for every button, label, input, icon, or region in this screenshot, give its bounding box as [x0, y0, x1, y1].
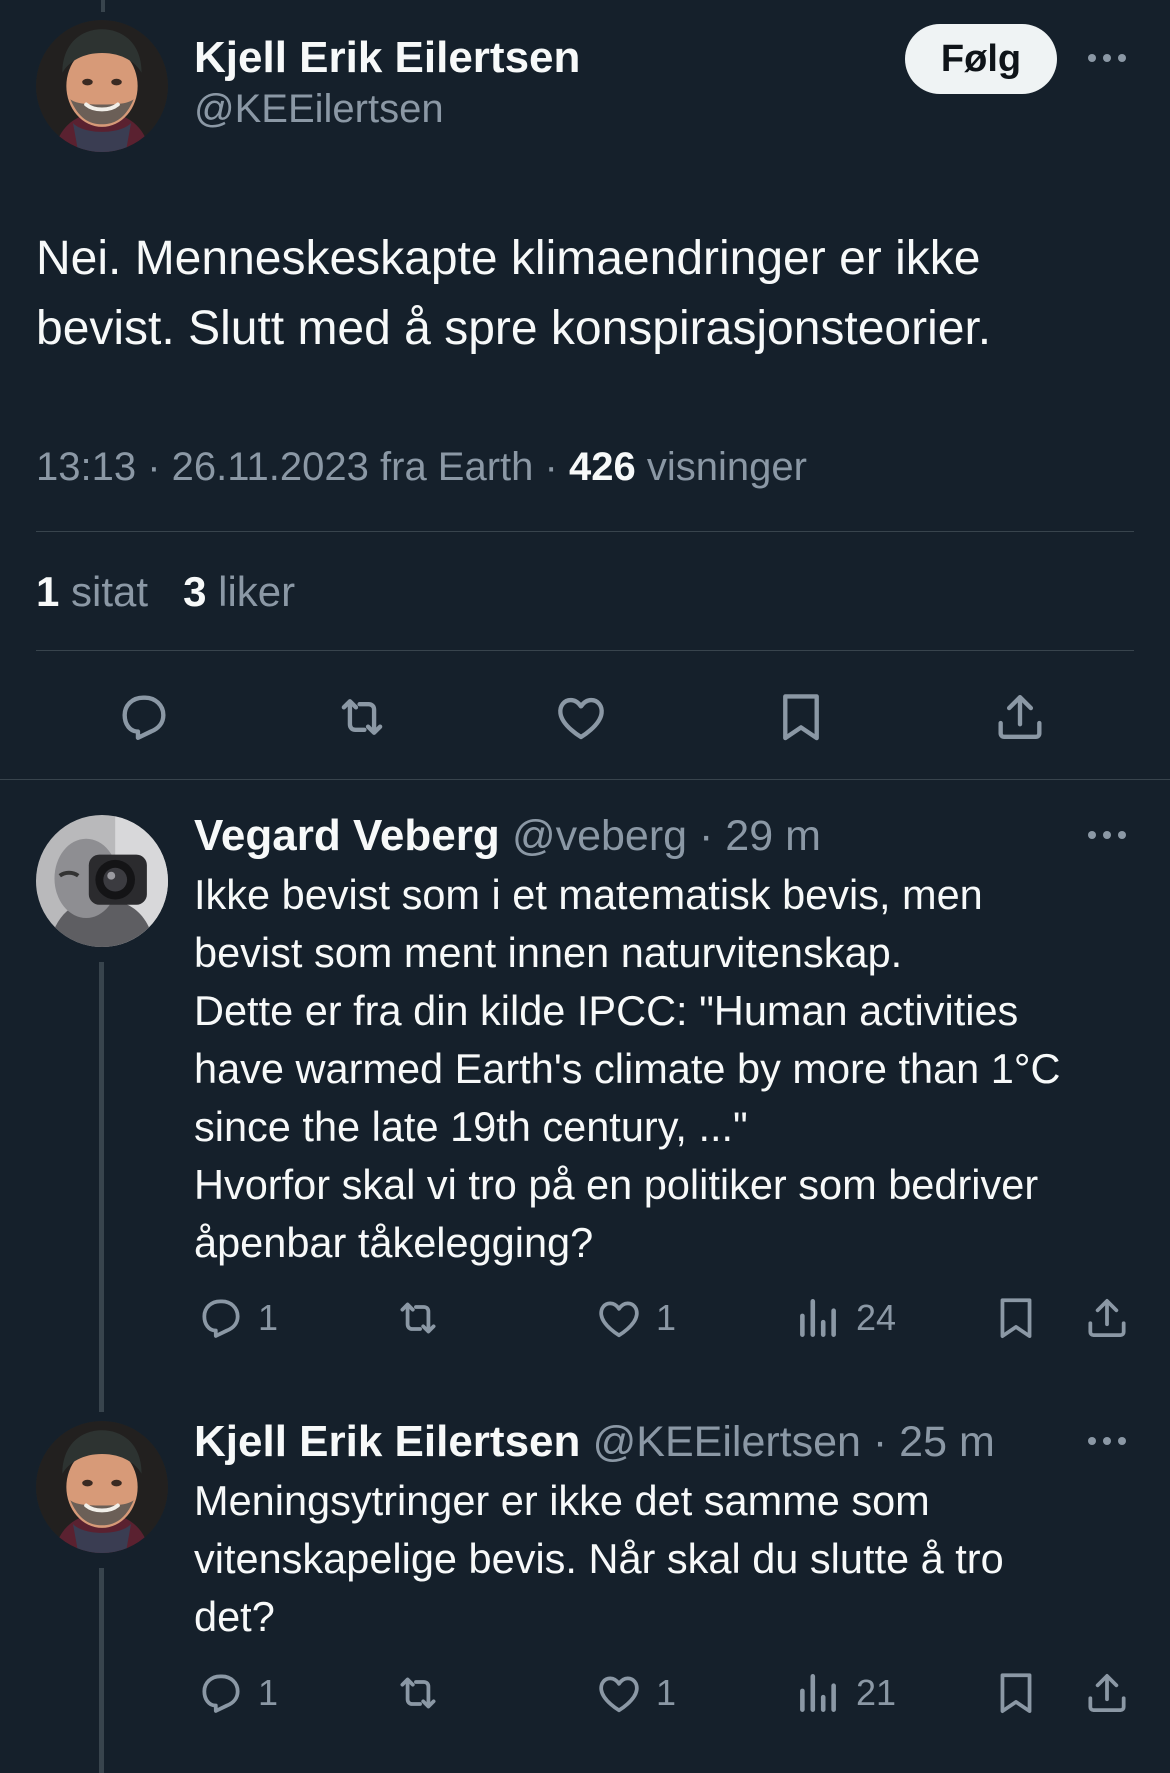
views-icon	[793, 1668, 843, 1718]
reply-count: 1	[258, 1672, 279, 1713]
bookmark-icon	[991, 1668, 1041, 1718]
avatar-image	[36, 20, 168, 152]
tweet-text: Nei. Menneskeskapte klimaendringer er ik…	[36, 232, 992, 355]
retweet-button[interactable]	[333, 688, 391, 746]
bookmark-icon	[772, 688, 830, 746]
divider	[36, 650, 1134, 651]
reply-text: Meningsytringer er ikke det samme som vi…	[194, 1477, 1004, 1640]
reply-text: Ikke bevist som i et matematisk bevis, m…	[194, 871, 1061, 1266]
bookmark-button[interactable]	[991, 1668, 1041, 1718]
reply-count: 1	[258, 1297, 279, 1338]
author-avatar[interactable]	[36, 20, 168, 152]
share-button[interactable]	[1082, 1668, 1132, 1718]
reply-button[interactable]	[196, 1293, 246, 1343]
avatar-image	[36, 815, 168, 947]
views-button[interactable]	[793, 1293, 843, 1343]
more-icon[interactable]	[1085, 51, 1129, 65]
like-icon	[552, 688, 610, 746]
like-count: 1	[656, 1672, 677, 1713]
views-button[interactable]	[793, 1668, 843, 1718]
retweet-icon	[393, 1293, 443, 1343]
share-button[interactable]	[1082, 1293, 1132, 1343]
views-icon	[793, 1293, 843, 1343]
reply-author-name[interactable]: Kjell Erik Eilertsen	[194, 1417, 580, 1466]
like-icon	[594, 1668, 644, 1718]
tweet-meta: 13:13 · 26.11.2023 fra Earth · 426 visni…	[36, 445, 807, 489]
tweet-date[interactable]: 26.11.2023	[172, 445, 369, 489]
more-icon[interactable]	[1085, 1434, 1129, 1448]
share-icon	[1082, 1668, 1132, 1718]
quotes-stat[interactable]: 1 sitat	[36, 568, 148, 615]
likes-stat[interactable]: 3 liker	[183, 568, 295, 615]
bookmark-icon	[991, 1293, 1041, 1343]
reply-icon	[196, 1668, 246, 1718]
author-handle[interactable]: @KEEilertsen	[194, 84, 580, 134]
reply-avatar[interactable]	[36, 1421, 168, 1553]
like-icon	[594, 1293, 644, 1343]
views-count: 426	[568, 445, 636, 489]
view-count: 24	[856, 1297, 897, 1338]
reply-handle[interactable]: @KEEilertsen	[593, 1418, 861, 1466]
reply-age[interactable]: 25 m	[899, 1418, 995, 1466]
reply-avatar[interactable]	[36, 815, 168, 947]
reply-icon	[115, 688, 173, 746]
retweet-button[interactable]	[393, 1293, 443, 1343]
likes-label: liker	[218, 568, 296, 615]
reply-button[interactable]	[196, 1668, 246, 1718]
thread-line	[99, 1568, 104, 1773]
retweet-icon	[333, 688, 391, 746]
like-button[interactable]	[594, 1293, 644, 1343]
divider	[36, 531, 1134, 532]
thread-line	[99, 962, 104, 1412]
reply-button[interactable]	[115, 688, 173, 746]
retweet-button[interactable]	[393, 1668, 443, 1718]
like-button[interactable]	[594, 1668, 644, 1718]
reply-header: Kjell Erik Eilertsen @KEEilertsen · 25 m	[194, 1417, 995, 1466]
follow-button[interactable]: Følg	[905, 24, 1057, 94]
reply-header: Vegard Veberg @veberg · 29 m	[194, 811, 821, 860]
views-label: visninger	[646, 445, 807, 489]
reply-icon	[196, 1293, 246, 1343]
more-icon[interactable]	[1085, 828, 1129, 842]
retweet-icon	[393, 1668, 443, 1718]
bookmark-button[interactable]	[772, 688, 830, 746]
tweet-stats: 1 sitat 3 liker	[36, 565, 295, 619]
reply-age[interactable]: 29 m	[725, 812, 821, 860]
quotes-count: 1	[36, 568, 60, 615]
avatar-image	[36, 1421, 168, 1553]
share-icon	[1082, 1293, 1132, 1343]
thread-line-top	[101, 0, 105, 12]
quotes-label: sitat	[71, 568, 149, 615]
bookmark-button[interactable]	[991, 1293, 1041, 1343]
share-icon	[991, 688, 1049, 746]
reply-author-name[interactable]: Vegard Veberg	[194, 811, 500, 860]
author-header: Kjell Erik Eilertsen @KEEilertsen	[194, 32, 580, 134]
likes-count: 3	[183, 568, 207, 615]
share-button[interactable]	[991, 688, 1049, 746]
tweet-source: fra Earth	[380, 445, 534, 489]
reply-handle[interactable]: @veberg	[512, 812, 687, 860]
view-count: 21	[856, 1672, 897, 1713]
like-button[interactable]	[552, 688, 610, 746]
author-name[interactable]: Kjell Erik Eilertsen	[194, 32, 580, 84]
like-count: 1	[656, 1297, 677, 1338]
tweet-time[interactable]: 13:13	[36, 445, 136, 489]
divider	[0, 779, 1170, 780]
